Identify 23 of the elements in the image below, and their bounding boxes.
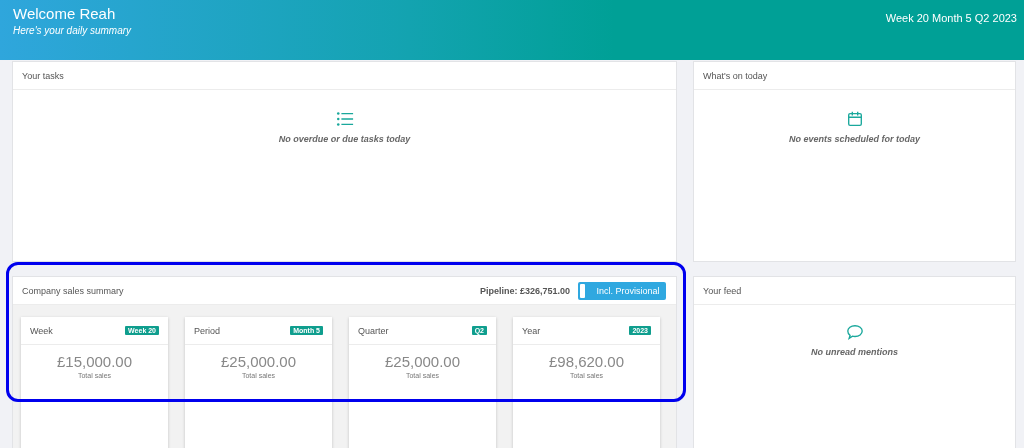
pipeline-total: Pipeline: £326,751.00 (479, 285, 570, 296)
card-title: Year (522, 325, 541, 336)
card-title: Week (30, 325, 53, 336)
speech-bubble-icon (845, 323, 864, 341)
period-label: Week 20 Month 5 Q2 2023 (885, 12, 1017, 24)
welcome-title: Welcome Reah (13, 5, 117, 22)
sales-amount: £25,000.00 (384, 353, 461, 370)
sales-amount: £25,000.00 (220, 353, 297, 370)
card-title: Quarter (358, 325, 389, 336)
card-title: Period (194, 325, 220, 336)
panel-title: What's on today (703, 70, 768, 81)
sales-amount: £98,620.00 (548, 353, 625, 370)
panel-title: Your tasks (22, 70, 64, 81)
empty-message: No events scheduled for today (789, 134, 920, 144)
panel-title: Company sales summary (22, 285, 124, 296)
list-icon (335, 110, 354, 128)
empty-message: No overdue or due tasks today (278, 134, 411, 144)
empty-message: No unread mentions (811, 347, 898, 357)
welcome-subtitle: Here's your daily summary (13, 25, 132, 36)
sales-amount: £15,000.00 (56, 353, 133, 370)
calendar-icon (845, 110, 864, 128)
provisional-toggle[interactable]: Incl. Provisional (578, 281, 666, 300)
panel-title: Your feed (703, 285, 742, 296)
